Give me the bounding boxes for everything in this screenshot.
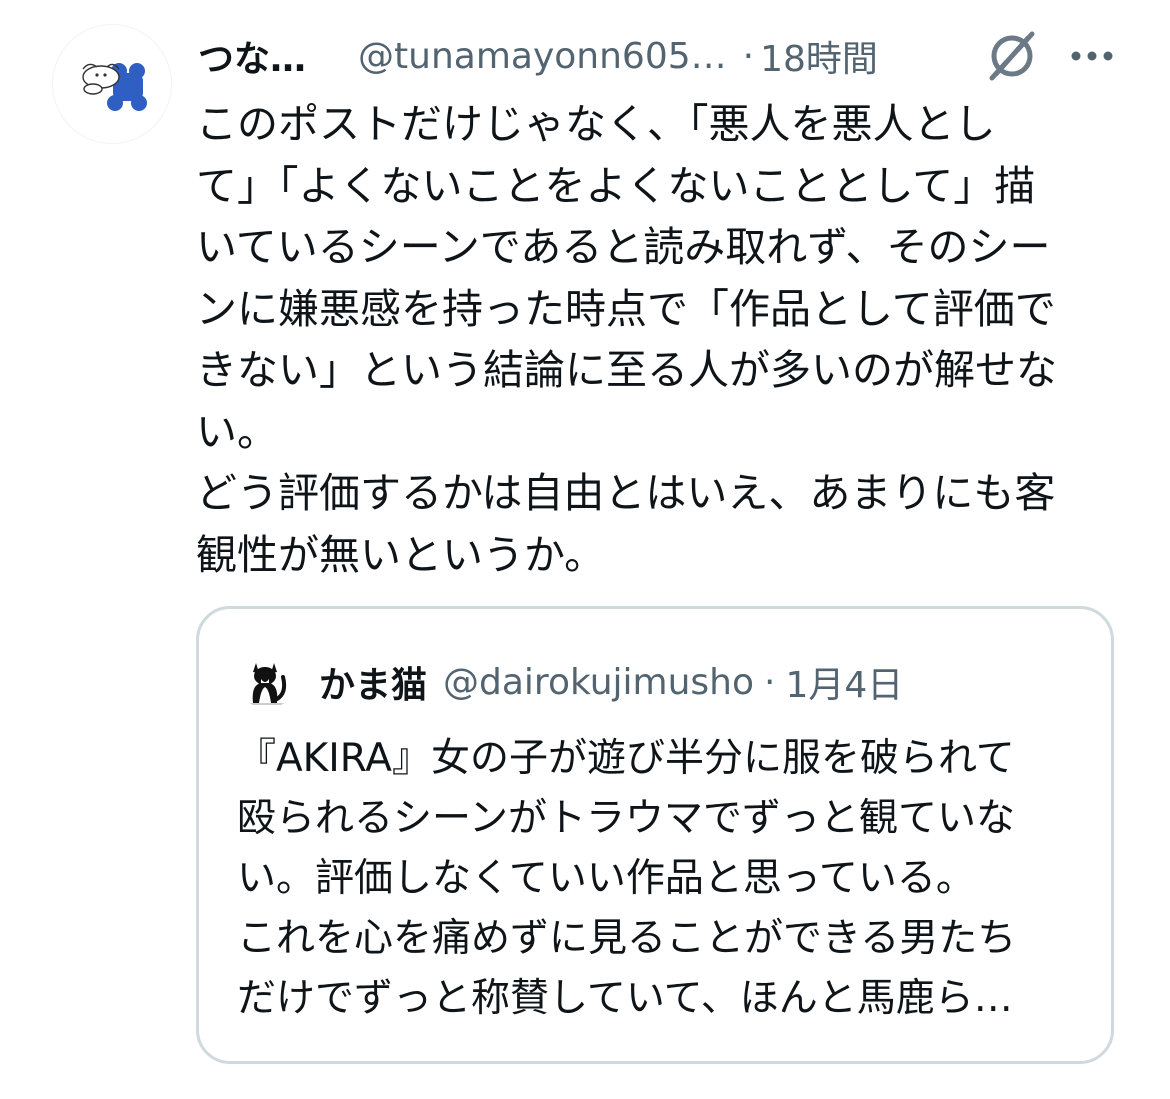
author-avatar[interactable] xyxy=(52,24,172,144)
grok-icon[interactable] xyxy=(984,28,1040,84)
post-timestamp[interactable]: 18時間 xyxy=(760,30,878,82)
quoted-post-card[interactable]: かま猫 @dairokujimusho · 1月4日 『AKIRA』女の子が遊び… xyxy=(196,606,1114,1064)
cat-avatar-icon xyxy=(239,653,295,709)
author-handle[interactable]: @tunamayonn605… xyxy=(358,36,727,77)
quoted-post-body: 『AKIRA』女の子が遊び半分に服を破られて 殴られるシーンがトラウマでずっと観… xyxy=(237,736,1017,1021)
post-header: つな… @tunamayonn605… · 18時間 xyxy=(198,28,1138,84)
header-separator: · xyxy=(742,35,755,77)
quoted-author-handle[interactable]: @dairokujimusho xyxy=(443,662,754,703)
author-display-name[interactable]: つな… xyxy=(198,30,306,82)
more-options-icon[interactable] xyxy=(1062,28,1122,84)
quoted-post-header: かま猫 @dairokujimusho · 1月4日 xyxy=(319,657,903,707)
quoted-post-timestamp[interactable]: 1月4日 xyxy=(785,656,903,708)
quoted-author-avatar[interactable] xyxy=(239,653,295,709)
post-body: このポストだけじゃなく、「悪人を悪人とし て」「よくないことをよくないこととして… xyxy=(196,100,1057,579)
blue-dog-avatar-icon xyxy=(82,63,147,111)
quoted-author-display-name[interactable]: かま猫 xyxy=(319,656,427,708)
quoted-header-separator: · xyxy=(764,661,776,703)
